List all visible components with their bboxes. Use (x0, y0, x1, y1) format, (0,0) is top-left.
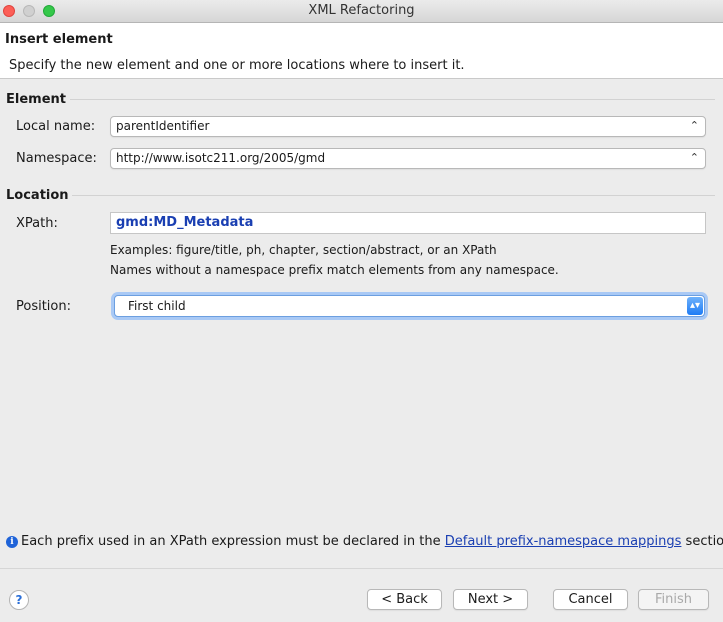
finish-button[interactable]: Finish (638, 589, 709, 610)
back-button[interactable]: < Back (367, 589, 442, 610)
next-button[interactable]: Next > (453, 589, 528, 610)
info-icon: i (6, 536, 18, 548)
info-text-after: section. (685, 534, 723, 549)
namespace-value: http://www.isotc211.org/2005/gmd (116, 151, 326, 165)
element-section-divider (70, 99, 715, 100)
wizard-header: Insert element Specify the new element a… (0, 23, 723, 79)
xpath-value: gmd:MD_Metadata (116, 215, 254, 230)
namespace-label: Namespace: (16, 151, 97, 166)
xpath-hint-examples: Examples: figure/title, ph, chapter, sec… (110, 243, 497, 257)
default-prefix-namespace-mappings-link[interactable]: Default prefix-namespace mappings (445, 534, 682, 549)
position-select[interactable]: First child ▴▾ (114, 295, 705, 317)
info-message: i Each prefix used in an XPath expression… (6, 534, 723, 549)
help-icon[interactable]: ? (9, 590, 29, 610)
element-section-label: Element (6, 92, 66, 107)
position-label: Position: (16, 299, 71, 314)
local-name-value: parentIdentifier (116, 119, 210, 133)
namespace-combo[interactable]: http://www.isotc211.org/2005/gmd ⌃︎ (110, 148, 706, 169)
cancel-button[interactable]: Cancel (553, 589, 628, 610)
xpath-label: XPath: (16, 216, 58, 231)
location-section-divider (72, 195, 715, 196)
up-down-chevron-icon: ▴▾ (687, 297, 703, 315)
page-description: Specify the new element and one or more … (9, 58, 465, 73)
up-down-chevron-icon: ⌃︎ (689, 119, 699, 132)
local-name-label: Local name: (16, 119, 96, 134)
up-down-chevron-icon: ⌃︎ (689, 151, 699, 164)
xpath-hint-namespace: Names without a namespace prefix match e… (110, 263, 559, 277)
info-text-before: Each prefix used in an XPath expression … (21, 534, 445, 549)
footer-divider (0, 568, 723, 569)
xpath-input[interactable]: gmd:MD_Metadata (110, 212, 706, 234)
window-title: XML Refactoring (308, 3, 415, 18)
page-title: Insert element (5, 32, 113, 47)
local-name-combo[interactable]: parentIdentifier ⌃︎ (110, 116, 706, 137)
window-titlebar: XML Refactoring (0, 0, 723, 23)
location-section-label: Location (6, 188, 69, 203)
position-value: First child (128, 299, 186, 313)
